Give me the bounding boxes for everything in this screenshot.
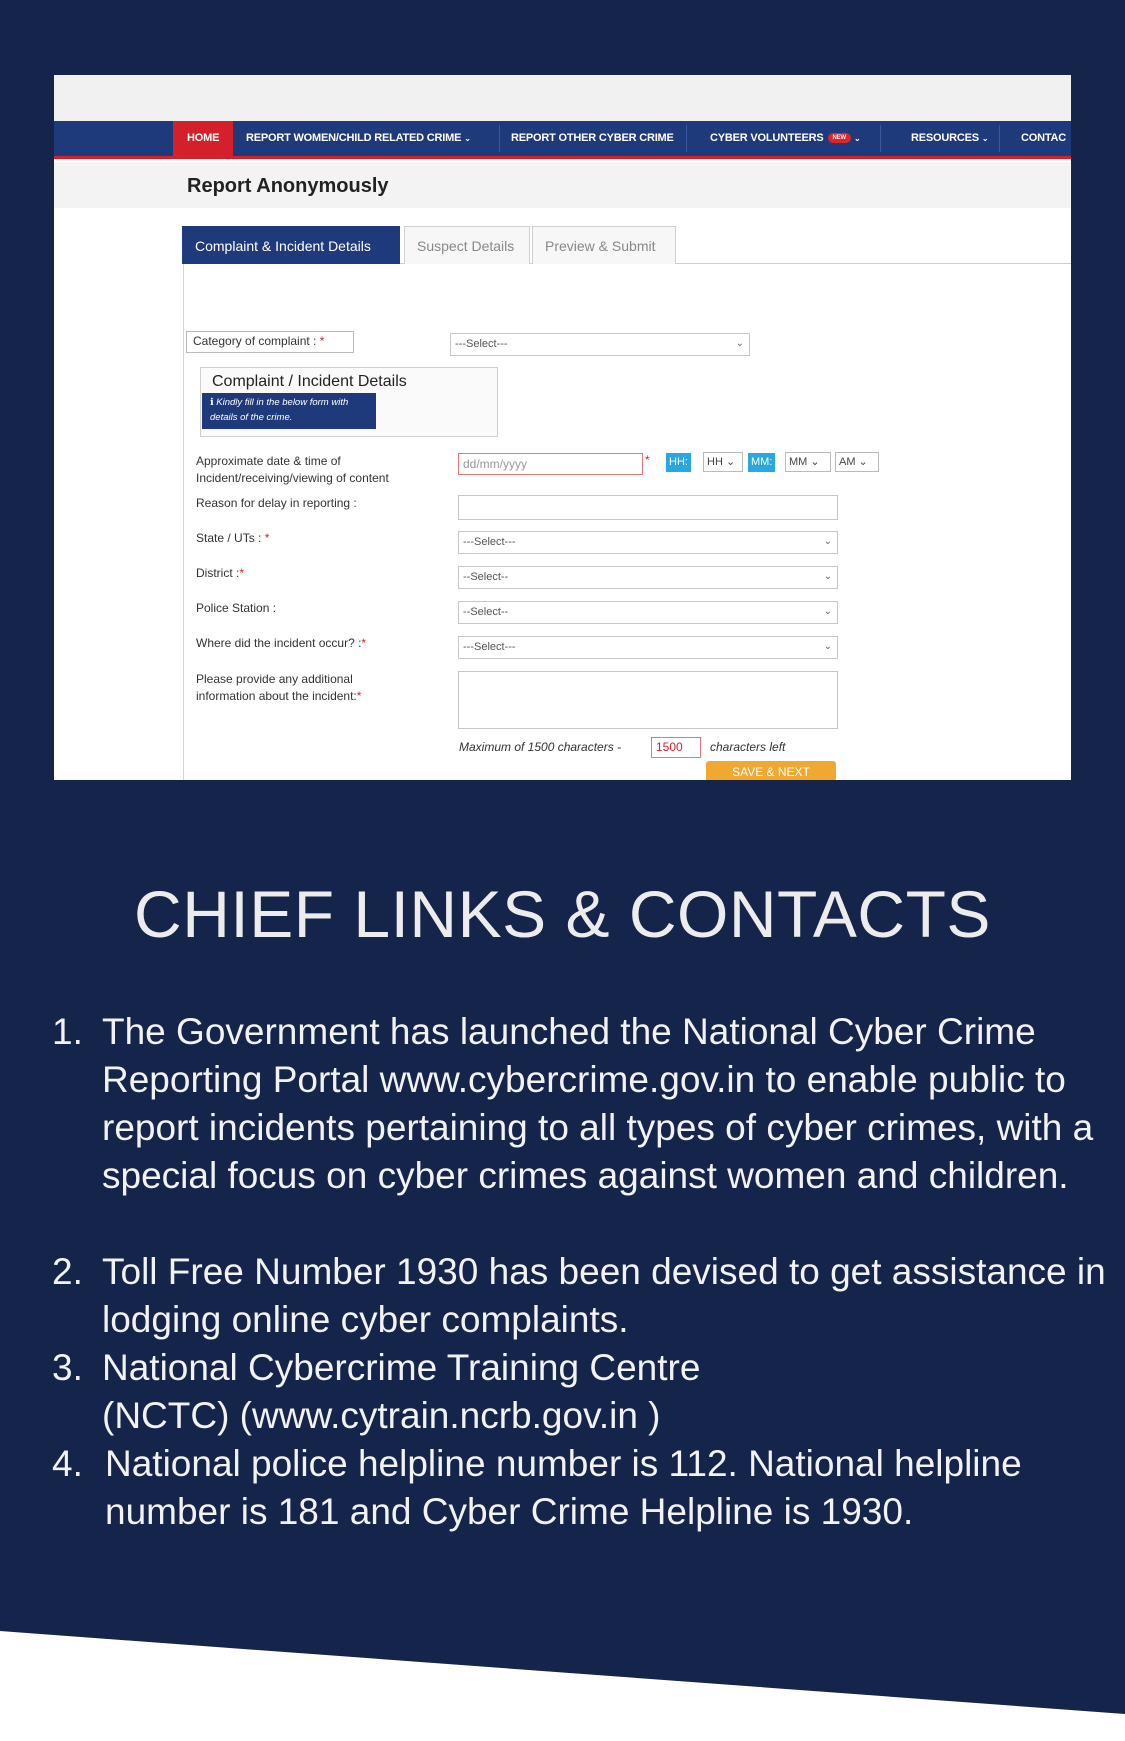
panel-title: Complaint / Incident Details [212,373,407,390]
list-item: 2. Toll Free Number 1930 has been devise… [52,1248,1112,1344]
ampm-select: AM ⌄ [835,452,879,472]
chevron-down-icon: ⌄ [823,606,832,617]
chevron-down-icon: ⌄ [464,134,471,143]
where-label: Where did the incident occur? :* [196,636,367,650]
where-select-value: ---Select--- [463,641,516,653]
chars-left-label: characters left [710,740,786,754]
additional-label-text: Please provide any additional informatio… [196,672,357,703]
nav-resources-label: RESOURCES [911,132,979,144]
page-title: Report Anonymously [187,175,389,197]
hh-tag: HH: [666,453,691,472]
chevron-down-icon: ⌄ [823,641,832,652]
mm-select-value: MM [789,456,808,468]
list-number: 2. [52,1251,83,1292]
hh-select-value: HH [707,456,723,468]
district-label-text: District : [196,566,240,580]
category-select: ---Select--- ⌄ [450,333,750,356]
screenshot-topbar [54,75,1071,121]
mm-tag: MM: [748,453,776,472]
chevron-down-icon: ⌄ [823,536,832,547]
district-select-value: --Select-- [463,571,509,583]
mm-select: MM ⌄ [785,452,831,472]
panel-note-text: Kindly fill in the below form with detai… [210,397,349,423]
nav-other-crime: REPORT OTHER CYBER CRIME [511,132,674,144]
list-number: 3. [52,1347,83,1388]
ampm-select-value: AM [839,456,856,468]
tab-preview-submit: Preview & Submit [532,226,676,264]
district-label: District :* [196,566,245,580]
list-item: 1. The Government has launched the Natio… [52,1008,1112,1200]
nav-contact: CONTAC [1021,132,1067,144]
list-number: 4. [52,1443,83,1484]
max-chars-note: Maximum of 1500 characters - [459,740,622,754]
category-label-text: Category of complaint : [193,334,317,348]
nav-resources: RESOURCES ⌄ [911,121,989,156]
bottom-wedge [0,1631,1125,1741]
list-text: The Government has launched the National… [102,1011,1094,1196]
chevron-down-icon: ⌄ [853,134,861,143]
state-label: State / UTs : * [196,531,270,545]
list-item: 3. National Cybercrime Training Centre (… [52,1344,1112,1440]
district-select: --Select-- ⌄ [458,566,838,589]
new-badge: NEW [827,133,851,144]
where-label-text: Where did the incident occur? : [196,636,362,650]
tab-complaint-details: Complaint & Incident Details [182,226,400,264]
list-text: National police helpline number is 112. … [105,1443,1022,1532]
list-text: Toll Free Number 1930 has been devised t… [102,1251,1106,1340]
chevron-down-icon: ⌄ [735,338,744,349]
datetime-label: Approximate date & time of Incident/rece… [196,454,389,485]
chars-count: 1500 [651,737,701,758]
date-input: dd/mm/yyyy [458,453,643,475]
state-select: ---Select--- ⌄ [458,531,838,554]
nav-women-child: REPORT WOMEN/CHILD RELATED CRIME ⌄ [246,121,471,156]
nav-volunteers: CYBER VOLUNTEERS NEW ⌄ [710,121,861,156]
list-text: National Cybercrime Training Centre (NCT… [102,1347,701,1436]
list-item: 4. National police helpline number is 11… [52,1440,1112,1536]
chevron-down-icon: ⌄ [981,134,989,143]
hh-select: HH ⌄ [703,452,743,472]
nav-home: HOME [173,121,234,156]
save-next-button: SAVE & NEXT [706,761,836,780]
delay-input [458,495,838,520]
screenshot-navbar: HOME REPORT WOMEN/CHILD RELATED CRIME ⌄ R… [54,121,1071,159]
category-select-value: ---Select--- [455,338,508,350]
delay-label: Reason for delay in reporting : [196,496,357,510]
police-select-value: --Select-- [463,606,509,618]
tab-suspect-details: Suspect Details [404,226,530,264]
chevron-down-icon: ⌄ [823,571,832,582]
additional-textarea [458,671,838,729]
section-heading: CHIEF LINKS & CONTACTS [134,877,991,951]
state-label-text: State / UTs : [196,531,262,545]
category-label: Category of complaint : * [186,331,354,353]
list-number: 1. [52,1011,83,1052]
police-select: --Select-- ⌄ [458,601,838,624]
additional-label: Please provide any additional informatio… [196,672,362,703]
nav-volunteers-label: CYBER VOLUNTEERS [710,132,824,144]
state-select-value: ---Select--- [463,536,516,548]
panel-note: ℹ Kindly fill in the below form with det… [202,393,376,429]
where-select: ---Select--- ⌄ [458,636,838,659]
police-label: Police Station : [196,601,277,615]
portal-screenshot: HOME REPORT WOMEN/CHILD RELATED CRIME ⌄ R… [54,75,1071,780]
nav-women-child-label: REPORT WOMEN/CHILD RELATED CRIME [246,132,462,144]
